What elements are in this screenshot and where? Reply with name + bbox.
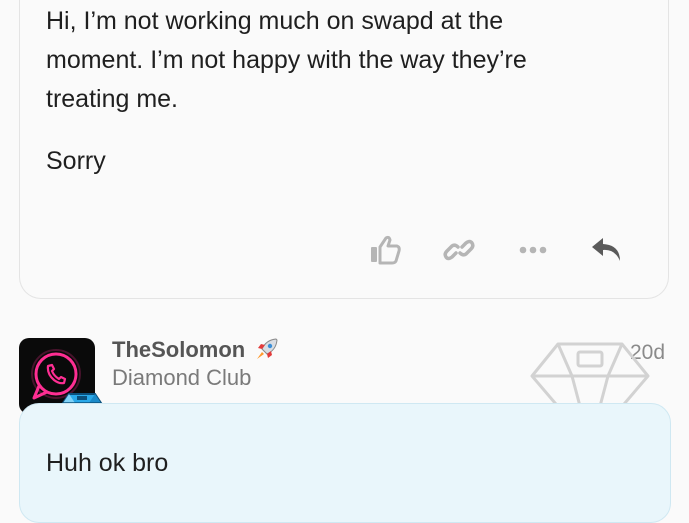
more-dots-icon [519,246,547,254]
user-title: Diamond Club [112,365,252,390]
like-button[interactable] [367,232,403,268]
thumbs-up-icon [371,235,401,265]
copy-link-button[interactable] [441,232,477,268]
reply-button[interactable] [589,232,625,268]
rocket-icon [257,338,278,359]
more-actions-button[interactable] [515,232,551,268]
post-signoff: Sorry [46,147,106,175]
post-body: Hi, I’m not working much on swapd at the… [46,7,527,113]
username[interactable]: TheSolomon [112,337,245,363]
link-icon [443,239,475,261]
reply-body: Huh ok bro [46,449,169,477]
reply-arrow-icon [592,238,620,261]
